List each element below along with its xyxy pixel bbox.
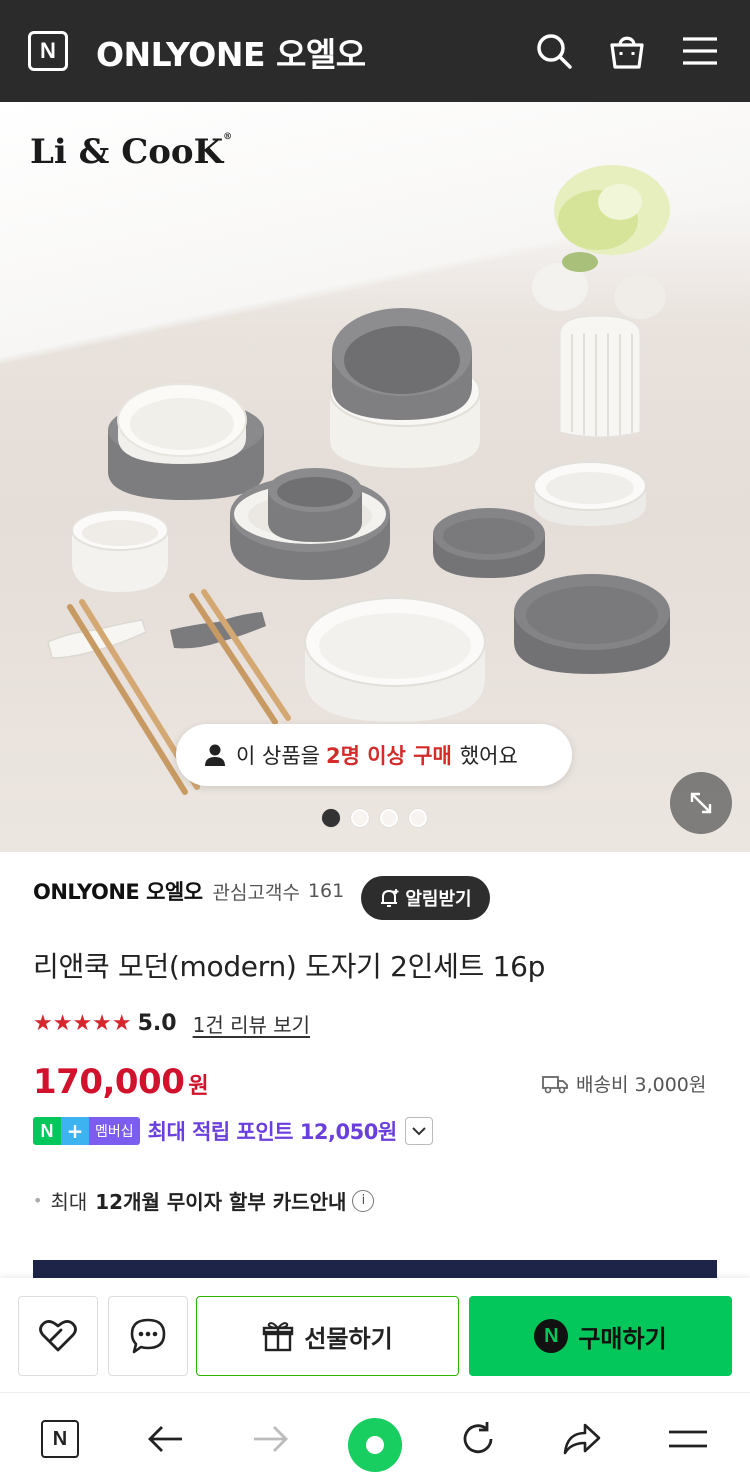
naver-pay-icon: N: [534, 1319, 569, 1353]
browser-menu-button[interactable]: [662, 1413, 714, 1465]
gift-icon: [263, 1322, 294, 1352]
gift-button[interactable]: 선물하기: [196, 1296, 459, 1376]
share-button[interactable]: [556, 1413, 608, 1465]
rating-value: 5.0: [137, 1011, 177, 1036]
share-icon: [563, 1423, 601, 1455]
installment-prefix: 최대: [50, 1190, 88, 1214]
shopping-bag-icon[interactable]: [606, 30, 648, 72]
review-link[interactable]: 1건 리뷰 보기: [193, 1009, 310, 1038]
purchase-action-bar: 선물하기 N 구매하기: [0, 1278, 750, 1392]
naver-home-icon: N: [41, 1420, 79, 1458]
small-bowl-left: [71, 509, 169, 592]
flower-vase: [532, 165, 670, 438]
naver-logo-icon[interactable]: N: [28, 31, 68, 71]
bowl-set-left: [108, 383, 264, 500]
gift-button-label: 선물하기: [304, 1324, 393, 1353]
carousel-dot[interactable]: [380, 809, 398, 827]
carousel-indicators: [322, 809, 427, 827]
truck-icon: [542, 1075, 568, 1093]
menu-icon[interactable]: [679, 30, 721, 72]
green-dot-icon[interactable]: [348, 1418, 402, 1472]
installment-text: 12개월 무이자 할부 카드안내: [95, 1190, 347, 1214]
price-unit: 원: [188, 1074, 209, 1099]
bell-plus-icon: [381, 889, 399, 907]
installment-info[interactable]: • 최대 12개월 무이자 할부 카드안내 i: [33, 1186, 375, 1215]
purchase-count-notice: 이 상품을 2명 이상 구매 했어요: [176, 724, 572, 786]
chat-icon: [130, 1318, 166, 1354]
notice-highlight: 2명 이상 구매: [325, 744, 452, 768]
shipping-fee: 배송비 3,000원: [542, 1070, 706, 1097]
price: 170,000 원: [33, 1062, 209, 1102]
bullet: •: [33, 1191, 43, 1210]
talk-button[interactable]: [108, 1296, 188, 1376]
store-header: N ONLYONE 오엘오: [0, 0, 750, 102]
notice-suffix: 했어요: [459, 744, 518, 768]
carousel-dot[interactable]: [322, 809, 340, 827]
expand-image-button[interactable]: [670, 772, 732, 834]
refresh-icon: [463, 1422, 493, 1454]
seller-info: ONLYONE 오엘오 관심고객수 161: [33, 876, 344, 906]
back-arrow-icon: [148, 1426, 182, 1452]
search-icon[interactable]: [533, 30, 575, 72]
naver-home-button[interactable]: N: [34, 1413, 86, 1465]
store-title[interactable]: ONLYONE 오엘오: [96, 28, 366, 76]
menu-icon: [669, 1430, 707, 1448]
max-points-text: 최대 적립 포인트 12,050원: [147, 1120, 398, 1144]
bowl-set-center: [329, 308, 481, 468]
forward-button[interactable]: [244, 1413, 296, 1465]
points-expand-button[interactable]: [404, 1117, 433, 1145]
membership-points[interactable]: N + 멤버십 최대 적립 포인트 12,050원: [33, 1116, 433, 1146]
notify-button[interactable]: 알림받기: [361, 876, 490, 920]
price-amount: 170,000: [33, 1062, 185, 1102]
large-plate: [304, 597, 486, 722]
forward-arrow-icon: [254, 1426, 288, 1452]
seller-name[interactable]: ONLYONE 오엘오: [33, 876, 203, 906]
chevron-down-icon: [411, 1127, 426, 1136]
shipping-fee-text: 배송비 3,000원: [576, 1074, 707, 1096]
buy-button-label: 구매하기: [578, 1324, 667, 1353]
heart-icon: [39, 1320, 77, 1352]
notify-button-label: 알림받기: [405, 889, 472, 910]
product-page: N ONLYONE 오엘오 Li & CooK® 이 상품을 2명 이상 구매 …: [0, 0, 750, 1484]
favorite-label: 관심고객수: [212, 881, 300, 904]
like-button[interactable]: [18, 1296, 98, 1376]
buy-button[interactable]: N 구매하기: [469, 1296, 732, 1376]
user-icon: [205, 744, 225, 766]
product-image-carousel[interactable]: Li & CooK® 이 상품을 2명 이상 구매 했어요: [0, 102, 750, 852]
refresh-button[interactable]: [452, 1413, 504, 1465]
rating-stars-icon: ★★★★★: [33, 1010, 132, 1036]
rating-row: ★★★★★ 5.0 1건 리뷰 보기: [33, 1009, 310, 1038]
banner-strip: [33, 1260, 717, 1278]
carousel-dot[interactable]: [409, 809, 427, 827]
favorite-count: 161: [307, 880, 345, 902]
info-icon[interactable]: i: [352, 1189, 375, 1212]
product-title: 리앤쿡 모던(modern) 도자기 2인세트 16p: [33, 950, 546, 983]
badge-n: N: [33, 1117, 61, 1145]
badge-plus: +: [61, 1117, 89, 1145]
expand-icon: [690, 792, 712, 814]
back-button[interactable]: [140, 1413, 192, 1465]
carousel-dot[interactable]: [351, 809, 369, 827]
notice-prefix: 이 상품을: [236, 744, 320, 768]
naver-plus-membership-badge: N + 멤버십: [33, 1117, 140, 1145]
badge-label: 멤버십: [89, 1117, 140, 1145]
